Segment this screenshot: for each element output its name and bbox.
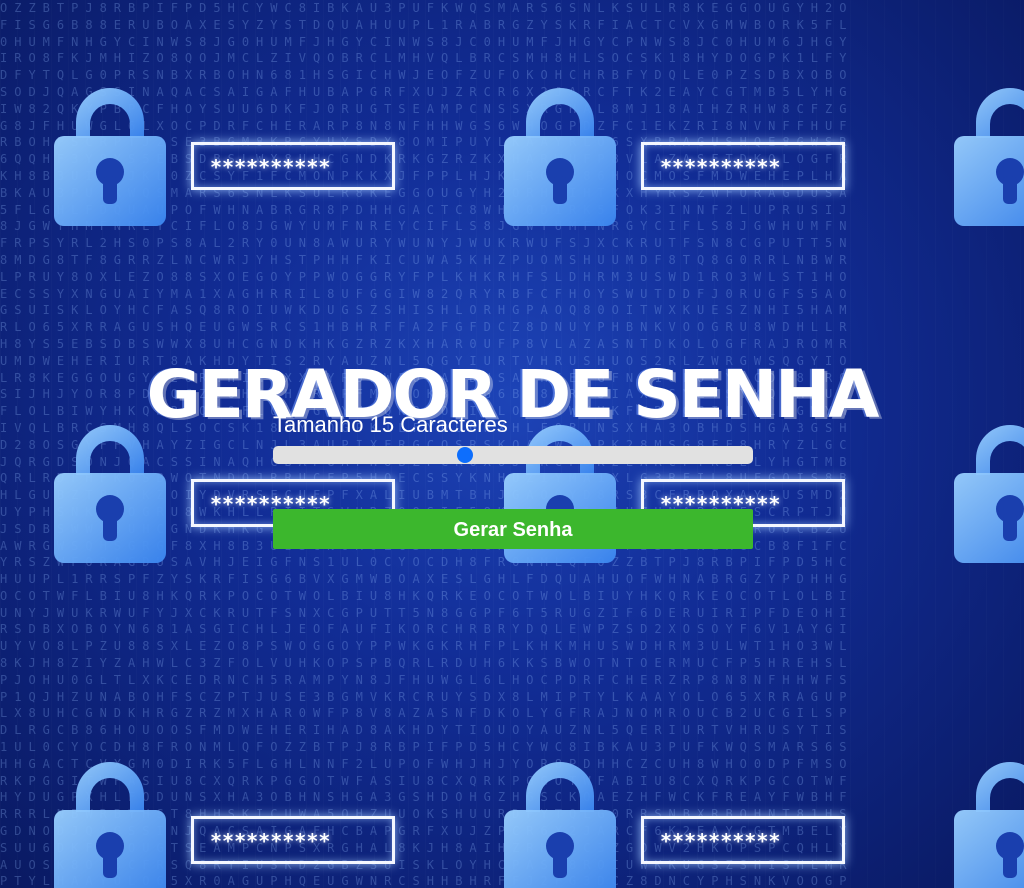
padlock-icon (954, 417, 1024, 567)
masked-password-box: ********** (641, 816, 845, 864)
generator-panel: Tamanho 15 Caracteres Gerar Senha (273, 410, 753, 549)
lock-tile: ********** (954, 754, 1024, 888)
padlock-icon (954, 80, 1024, 230)
lock-tile: ********** (54, 754, 504, 888)
slider-thumb[interactable] (457, 447, 473, 463)
masked-password-box: ********** (641, 142, 845, 190)
masked-password-box: ********** (191, 142, 395, 190)
padlock-icon (954, 754, 1024, 888)
size-label: Tamanho 15 Caracteres (273, 412, 508, 437)
padlock-icon (54, 754, 166, 888)
masked-password-box: ********** (191, 816, 395, 864)
lock-tile: ********** (54, 80, 504, 230)
padlock-icon (504, 80, 616, 230)
padlock-icon (54, 417, 166, 567)
lock-tile: ********** (954, 417, 1024, 567)
padlock-icon (54, 80, 166, 230)
lock-tile: ********** (504, 80, 954, 230)
generate-password-button[interactable]: Gerar Senha (273, 509, 753, 549)
padlock-icon (504, 754, 616, 888)
length-slider[interactable] (273, 446, 753, 464)
lock-tile: ********** (504, 754, 954, 888)
lock-tile: ********** (954, 80, 1024, 230)
